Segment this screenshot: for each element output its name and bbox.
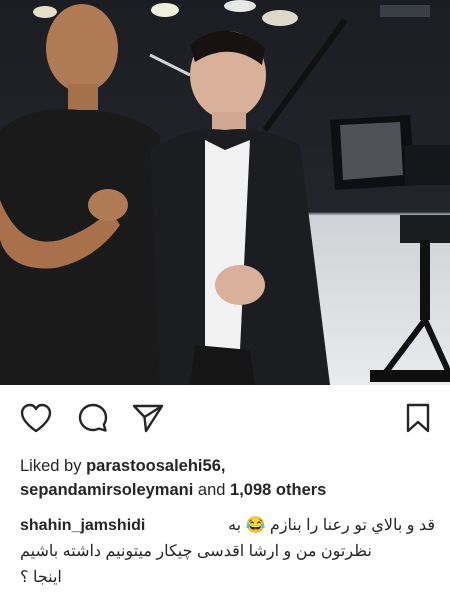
comment-button[interactable] [73,398,113,438]
caption-username[interactable]: shahin_jamshidi [20,513,145,539]
post-photo[interactable] [0,0,450,385]
post-actions-bar [0,398,450,442]
bookmark-icon [406,403,430,433]
liked-by-label: Liked by [20,457,82,475]
share-button[interactable] [128,398,168,438]
liker-username-1[interactable]: parastoosalehi56, [86,457,225,475]
caption-line-3: اینجا ؟ [20,569,62,586]
post-caption: shahin_jamshidi قد و بالاي تو رعنا را بن… [20,513,435,591]
studio-scene [0,0,450,385]
caption-line-2: نظرتون من و ارشا اقدسی چیکار میتونیم داش… [20,543,372,560]
caption-line-1: قد و بالاي تو رعنا را بنازم 😂 به [228,517,435,534]
likes-and-label: and [197,481,226,499]
likes-summary: Liked by parastoosalehi56, sepandamirsol… [20,454,326,502]
like-button[interactable] [16,398,56,438]
comment-icon [78,403,108,432]
heart-icon [20,403,52,433]
send-icon [132,404,164,433]
likes-others-count[interactable]: 1,098 others [230,481,326,499]
save-button[interactable] [398,398,438,438]
liker-username-2[interactable]: sepandamirsoleymani [20,481,193,499]
